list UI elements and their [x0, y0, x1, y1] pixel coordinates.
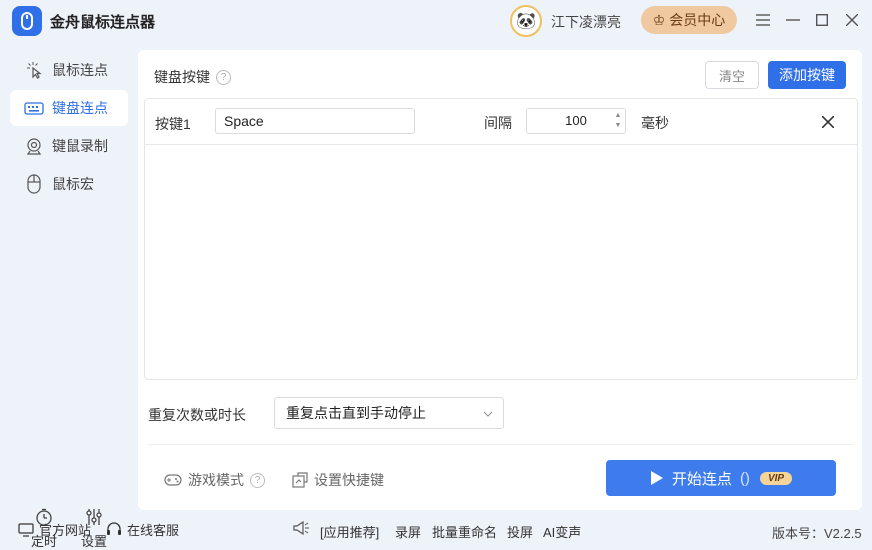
website-link[interactable]: 官方网站: [18, 520, 91, 539]
service-link[interactable]: 在线客服: [106, 520, 179, 539]
recommend-link-voice[interactable]: AI变声: [543, 522, 581, 541]
recommend-link-rename[interactable]: 批量重命名: [432, 522, 497, 541]
gamepad-icon: [164, 474, 182, 486]
game-mode-option[interactable]: 游戏模式 ?: [164, 470, 265, 490]
vip-center-button[interactable]: ♔ 会员中心: [641, 6, 737, 34]
interval-value: 100: [565, 113, 587, 128]
vip-tag: VIP: [759, 471, 793, 485]
recommend-link-cast[interactable]: 投屏: [507, 522, 533, 541]
app-logo: [12, 6, 42, 36]
sidebar-item-mouse-macro[interactable]: 鼠标宏: [10, 166, 128, 202]
play-icon: [650, 471, 663, 485]
sidebar-item-label: 鼠标宏: [52, 176, 94, 192]
interval-label: 间隔: [484, 115, 512, 131]
clear-button[interactable]: 清空: [705, 61, 759, 89]
vip-center-label: 会员中心: [669, 12, 726, 28]
status-bar: 官方网站 在线客服 [应用推荐] 录屏 批量重命名 投屏 AI变声 版本号：V2…: [0, 514, 872, 544]
section-title-label: 键盘按键: [154, 69, 210, 85]
interval-input[interactable]: 100 ▲ ▼: [526, 108, 626, 134]
close-icon[interactable]: [841, 9, 863, 31]
sidebar-item-keyboard-click[interactable]: 键盘连点: [10, 90, 128, 126]
sidebar-item-label: 键鼠录制: [52, 138, 108, 154]
sidebar: 鼠标连点 键盘连点 键鼠录制 鼠标宏 定时 设置: [0, 50, 138, 549]
sidebar-item-mouse-click[interactable]: 鼠标连点: [10, 52, 128, 88]
sidebar-item-label: 键盘连点: [52, 100, 108, 116]
shortcut-option[interactable]: 设置快捷键: [292, 470, 384, 490]
shortcut-label: 设置快捷键: [314, 472, 384, 488]
add-key-button[interactable]: 添加按键: [768, 61, 846, 89]
sidebar-item-label: 鼠标连点: [52, 62, 108, 78]
app-title: 金舟鼠标连点器: [50, 14, 156, 31]
main-panel: 键盘按键 ? 清空 添加按键 按键1 Space 间隔 100 ▲ ▼ 毫秒 重…: [138, 50, 862, 510]
key-input[interactable]: Space: [215, 108, 415, 134]
minimize-icon[interactable]: [782, 9, 804, 31]
user-name[interactable]: 江下凌漂亮: [551, 12, 621, 32]
start-label: 开始连点: [671, 470, 732, 488]
shortcut-icon: [292, 472, 308, 488]
sidebar-item-record[interactable]: 键鼠录制: [10, 128, 128, 164]
user-avatar[interactable]: 🐼: [510, 5, 542, 37]
section-title: 键盘按键 ?: [154, 67, 231, 87]
service-label: 在线客服: [127, 523, 180, 538]
maximize-icon[interactable]: [811, 9, 833, 31]
recommend-link-record[interactable]: 录屏: [395, 522, 421, 541]
crown-icon: ♔: [652, 11, 666, 28]
help-icon[interactable]: ?: [216, 69, 231, 85]
website-label: 官方网站: [39, 523, 92, 538]
mouse-icon: [24, 174, 44, 194]
repeat-mode-value: 重复点击直到手动停止: [286, 405, 426, 421]
spin-down-icon[interactable]: ▼: [614, 122, 622, 130]
start-button[interactable]: 开始连点 () VIP: [606, 460, 836, 496]
help-icon[interactable]: ?: [250, 472, 265, 488]
divider: [148, 444, 854, 445]
game-mode-label: 游戏模式: [188, 472, 244, 488]
monitor-icon: [18, 522, 34, 537]
title-bar: 金舟鼠标连点器 🐼 江下凌漂亮 ♔ 会员中心: [0, 0, 872, 40]
repeat-mode-select[interactable]: 重复点击直到手动停止: [274, 397, 504, 429]
keyboard-icon: [24, 98, 44, 118]
interval-unit: 毫秒: [641, 115, 669, 131]
menu-icon[interactable]: [752, 9, 774, 31]
start-hotkey: (): [739, 469, 750, 487]
megaphone-icon: [292, 520, 310, 536]
record-icon: [24, 136, 44, 156]
remove-key-icon[interactable]: [819, 113, 837, 131]
mouse-click-icon: [24, 60, 44, 80]
repeat-label: 重复次数或时长: [148, 407, 246, 423]
version-label: 版本号：V2.2.5: [772, 526, 862, 541]
key-row-label: 按键1: [155, 116, 191, 132]
recommend-label: [应用推荐]: [320, 525, 380, 540]
key-list: 按键1 Space 间隔 100 ▲ ▼ 毫秒: [144, 98, 858, 380]
chevron-down-icon: [483, 411, 493, 417]
spin-up-icon[interactable]: ▲: [614, 112, 622, 120]
key-row: 按键1 Space 间隔 100 ▲ ▼ 毫秒: [145, 99, 857, 145]
headset-icon: [107, 522, 121, 535]
